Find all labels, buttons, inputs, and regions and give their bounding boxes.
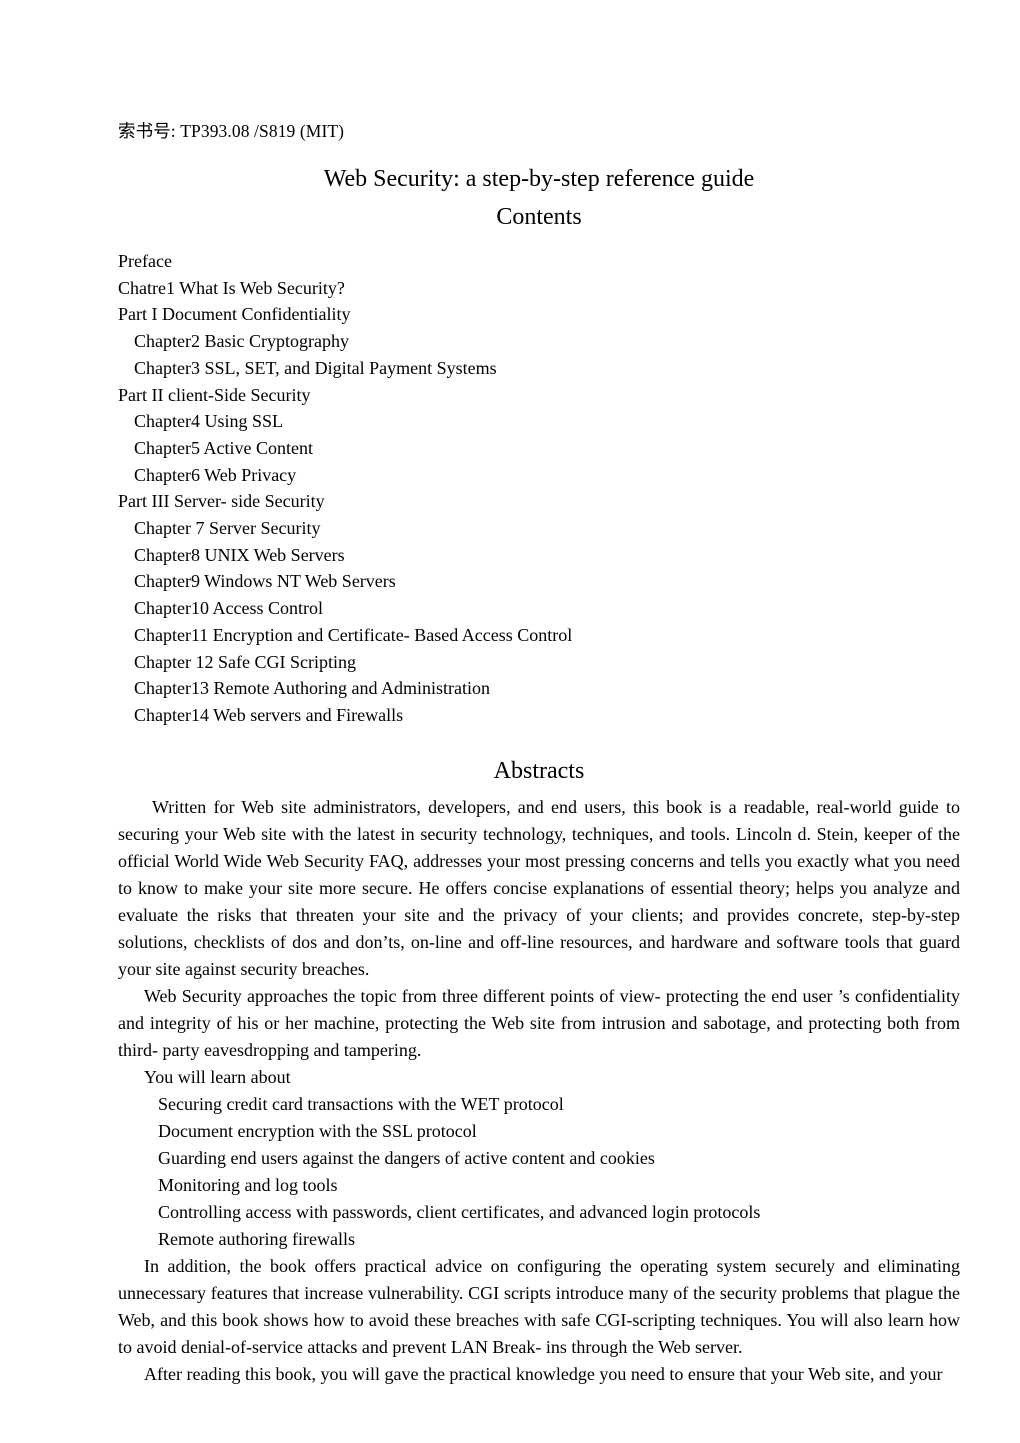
abstract-paragraph: In addition, the book offers practical a… [118,1255,960,1357]
list-item: Securing credit card transactions with t… [158,1093,564,1114]
toc-entry: Chapter2 Basic Cryptography [134,331,349,352]
contents-heading: Contents [496,204,582,230]
toc-entry: Chapter6 Web Privacy [134,464,297,485]
list-item: Guarding end users against the dangers o… [158,1147,655,1168]
toc-entry: Chapter11 Encryption and Certificate- Ba… [134,624,573,645]
toc-entry: Chapter 7 Server Security [134,518,321,539]
toc-entry: Chapter 12 Safe CGI Scripting [134,651,356,672]
abstract-paragraph: Written for Web site administrators, dev… [118,796,960,979]
learn-about-lead: You will learn about [144,1066,291,1087]
page-content: 索书号: TP393.08 /S819 (MIT) Web Security: … [118,118,960,1388]
abstracts-heading: Abstracts [493,757,585,784]
document-page: 索书号: TP393.08 /S819 (MIT) Web Security: … [0,0,1020,1443]
list-item: Document encryption with the SSL protoco… [158,1120,477,1141]
toc-entry: Chapter3 SSL, SET, and Digital Payment S… [134,357,497,378]
toc-entry: Chapter13 Remote Authoring and Administr… [134,678,490,699]
toc-entry: Chapter8 UNIX Web Servers [134,544,345,565]
toc-entry: Chapter5 Active Content [134,437,313,458]
list-item: Remote authoring firewalls [158,1228,355,1249]
toc-entry: Chapter10 Access Control [134,598,323,619]
abstract-paragraph: Web Security approaches the topic from t… [118,985,960,1060]
toc-entry: Chapter14 Web servers and Firewalls [134,704,404,725]
toc-entry: Part III Server- side Security [118,491,325,512]
toc-entry: Chapter4 Using SSL [134,411,284,432]
list-item: Controlling access with passwords, clien… [158,1201,761,1222]
toc-entry: Chatre1 What Is Web Security? [118,277,345,298]
toc-entry: Part I Document Confidentiality [118,304,351,325]
toc-entry: Part II client-Side Security [118,384,311,405]
toc-entry: Chapter9 Windows NT Web Servers [134,571,396,592]
call-number-line: 索书号: TP393.08 /S819 (MIT) [118,121,345,141]
toc-entry: Preface [118,251,172,271]
list-item: Monitoring and log tools [158,1174,338,1195]
page-title: Web Security: a step-by-step reference g… [323,166,755,192]
learn-about-list: Securing credit card transactions with t… [118,1091,960,1253]
table-of-contents: Preface Chatre1 What Is Web Security? Pa… [118,248,960,729]
abstract-paragraph: After reading this book, you will gave t… [144,1363,943,1384]
